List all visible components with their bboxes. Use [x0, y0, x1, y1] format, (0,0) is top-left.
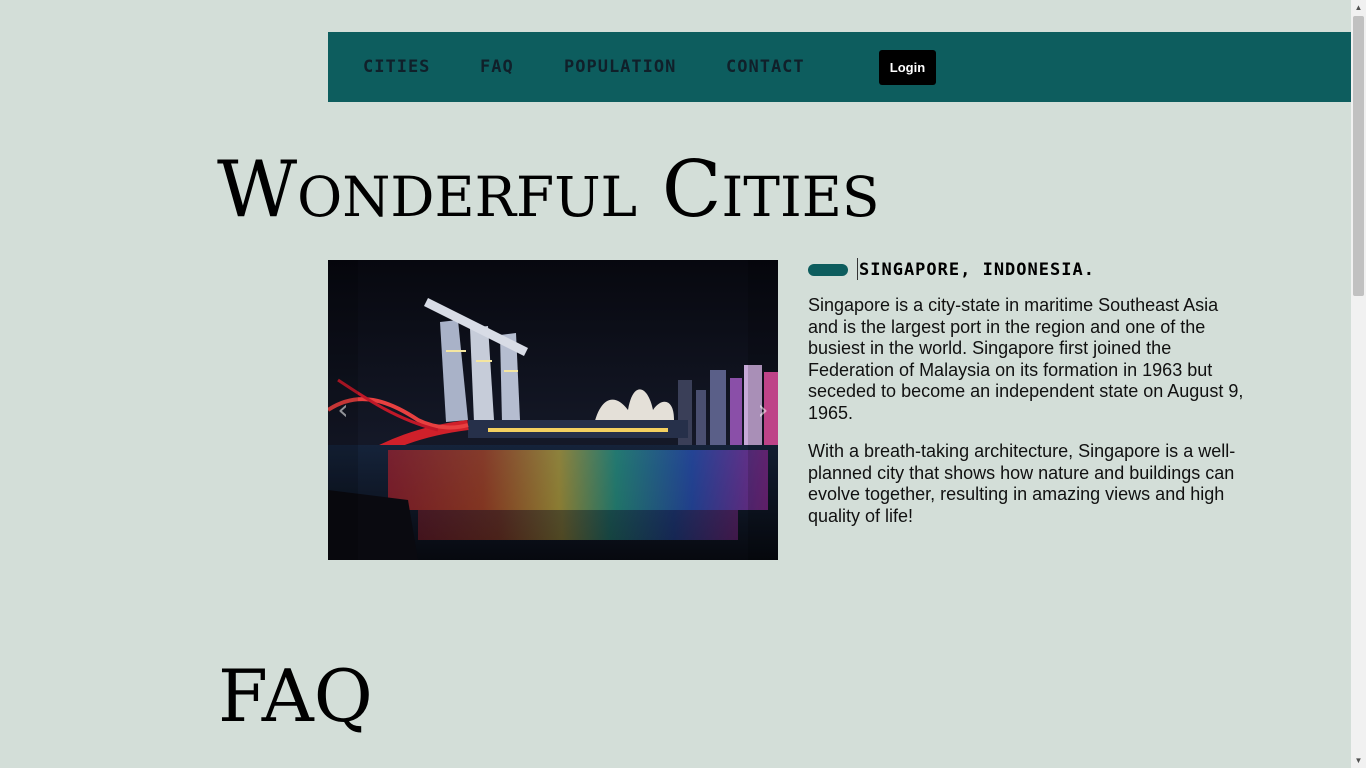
chevron-left-icon: ‹ [337, 393, 349, 426]
scroll-down-arrow-icon[interactable]: ▼ [1351, 753, 1366, 768]
city-photo [328, 260, 778, 560]
login-button[interactable]: Login [879, 50, 936, 85]
scroll-thumb[interactable] [1353, 16, 1364, 296]
city-description: Singapore is a city-state in maritime So… [808, 295, 1244, 423]
chevron-right-icon: › [757, 393, 769, 426]
faq-title: FAQ [218, 654, 373, 738]
nav-link-faq[interactable]: FAQ [480, 32, 514, 102]
city-carousel[interactable]: ‹ › [328, 260, 778, 560]
carousel-next-button[interactable]: › [748, 260, 778, 560]
carousel-indicator[interactable] [808, 264, 848, 276]
nav-link-contact[interactable]: CONTACT [726, 32, 805, 102]
city-description-2: With a breath-taking architecture, Singa… [808, 441, 1236, 526]
scroll-up-arrow-icon[interactable]: ▲ [1351, 0, 1366, 15]
nav-link-cities[interactable]: CITIES [363, 32, 430, 102]
city-heading: SINGAPORE, INDONESIA. [857, 258, 1095, 280]
page-title: Wonderful Cities [217, 145, 880, 235]
vertical-scrollbar[interactable]: ▲ ▼ [1351, 0, 1366, 768]
carousel-prev-button[interactable]: ‹ [328, 260, 358, 560]
navbar: CITIES FAQ POPULATION CONTACT Login [328, 32, 1351, 102]
page: CITIES FAQ POPULATION CONTACT Login Wond… [0, 0, 1351, 768]
nav-link-population[interactable]: POPULATION [564, 32, 676, 102]
